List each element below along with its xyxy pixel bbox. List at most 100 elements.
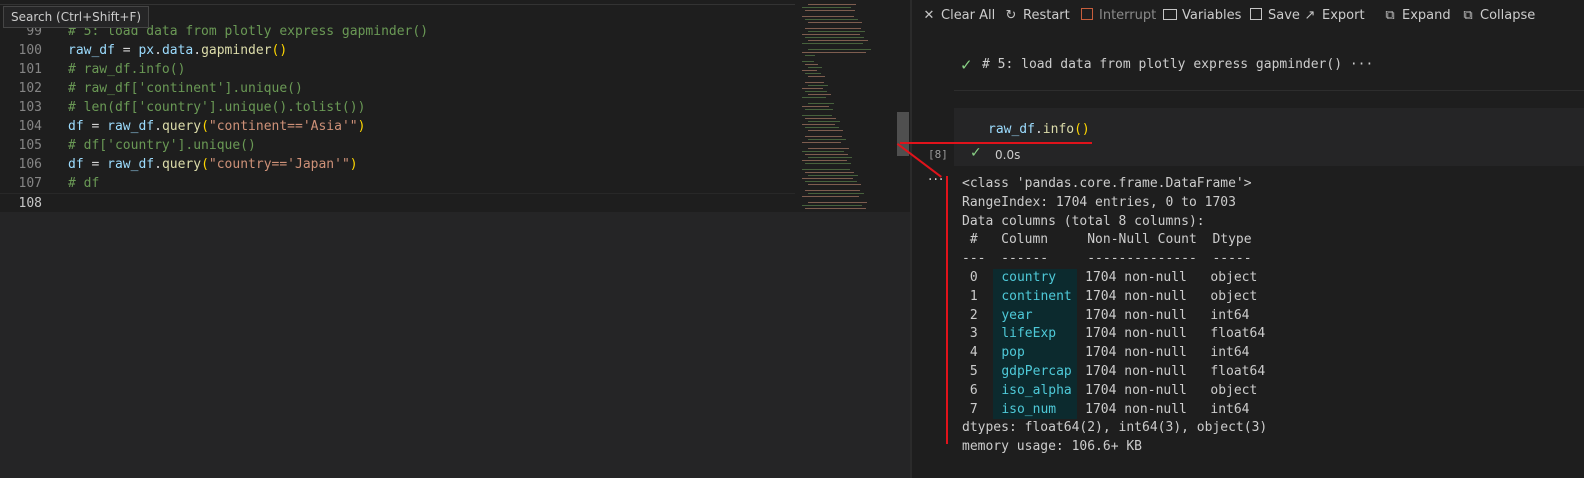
code-line[interactable]: 102 # raw_df['continent'].unique() [0, 79, 795, 98]
column-name-text: gdpPercap [1001, 363, 1072, 379]
minimap-line [802, 115, 832, 116]
line-source[interactable]: # raw_df.info() [68, 60, 185, 79]
editor-scrollbar[interactable] [897, 0, 909, 212]
code-editor[interactable]: Search (Ctrl+Shift+F) 99 # 5: load data f… [0, 0, 912, 478]
code-token-dot: . [1034, 122, 1043, 137]
minimap-line [808, 103, 834, 104]
export-icon: ↗ [1304, 8, 1316, 23]
minimap-line [802, 142, 841, 143]
interrupt-button[interactable]: Interrupt [1080, 7, 1156, 25]
minimap-line [808, 67, 822, 68]
dtype: float64 [1210, 326, 1266, 342]
line-source[interactable]: df = raw_df.query("continent=='Asia'") [68, 117, 365, 136]
code-token: raw_df [107, 119, 155, 134]
minimap-line [802, 106, 829, 107]
code-line[interactable]: 100 raw_df = px.data.gapminder() [0, 41, 795, 60]
save-button[interactable]: Save [1249, 7, 1300, 25]
code-token: query [161, 157, 202, 172]
dtype: int64 [1210, 307, 1250, 323]
code-cell-source[interactable]: raw_df.info() [988, 122, 1090, 137]
row-index: 6 [962, 382, 994, 398]
non-null-count: 1704 non-null [1077, 363, 1211, 379]
export-button[interactable]: ↗ Export [1303, 7, 1365, 25]
column-name: country [993, 268, 1078, 288]
expand-all-icon: ⧉ [1385, 8, 1395, 23]
output-line: --- ------ -------------- ----- [962, 251, 1268, 267]
minimap-line [808, 202, 867, 203]
minimap-line [808, 139, 846, 140]
dtype: object [1210, 288, 1258, 304]
code-token: data [161, 43, 194, 58]
minimap-line [808, 49, 871, 50]
minimap-line [805, 55, 815, 56]
minimap-line [808, 193, 864, 194]
code-token: # raw_df['continent'].unique() [68, 81, 303, 96]
code-lines[interactable]: 99 # 5: load data from plotly express gap… [0, 22, 795, 214]
interactive-toolbar: ✕ Clear All ↻ Restart Interrupt Variables … [912, 0, 1584, 30]
minimap-line [805, 91, 827, 92]
output-line: memory usage: 106.6+ KB [962, 439, 1143, 455]
minimap-line [808, 4, 856, 5]
code-line[interactable]: 108 [0, 193, 795, 214]
minimap-line [802, 43, 863, 44]
code-line[interactable]: 101 # raw_df.info() [0, 60, 795, 79]
code-token: . [154, 43, 162, 58]
minimap-line [805, 172, 854, 173]
code-line[interactable]: 103 # len(df['country'].unique().tolist()… [0, 98, 795, 117]
save-icon [1249, 7, 1263, 25]
code-line[interactable]: 105 # df['country'].unique() [0, 136, 795, 155]
variables-button[interactable]: Variables [1163, 7, 1241, 25]
column-name-text: continent [1001, 288, 1072, 304]
minimap-line [805, 37, 864, 38]
code-token: ) [357, 119, 366, 134]
code-token: ) [349, 157, 358, 172]
minimap[interactable] [795, 0, 898, 212]
minimap-line [808, 130, 843, 131]
search-tooltip: Search (Ctrl+Shift+F) [3, 6, 150, 28]
minimap-line [808, 148, 849, 149]
column-name: lifeExp [993, 325, 1078, 345]
minimap-line [805, 118, 836, 119]
code-token: query [161, 119, 202, 134]
non-null-count: 1704 non-null [1077, 401, 1211, 417]
minimap-line [805, 64, 818, 65]
output-row: 3 lifeExp 1704 non-null float64 [962, 325, 1267, 345]
restart-label: Restart [1023, 8, 1070, 23]
line-source[interactable]: raw_df = px.data.gapminder() [68, 41, 287, 60]
expand-label: Expand [1402, 8, 1451, 23]
line-source[interactable]: # len(df['country'].unique().tolist()) [68, 98, 365, 117]
code-token-variable: raw_df [988, 122, 1035, 137]
output-row: 4 pop 1704 non-null int64 [962, 344, 1267, 363]
minimap-line [805, 127, 839, 128]
line-source[interactable]: # df [68, 174, 99, 193]
minimap-line [808, 175, 858, 176]
output-row: 7 iso_num 1704 non-null int64 [962, 400, 1267, 420]
restart-button[interactable]: ↻ Restart [1004, 7, 1070, 25]
clear-all-label: Clear All [941, 8, 996, 23]
annotation-underline [900, 142, 1092, 144]
minimap-line [802, 178, 853, 179]
code-line[interactable]: 107 # df [0, 174, 795, 193]
collapse-button[interactable]: ⧉ Collapse [1461, 7, 1535, 25]
line-source[interactable]: df = raw_df.query("country=='Japan'") [68, 155, 358, 174]
save-label: Save [1268, 8, 1300, 23]
column-name-text: year [1001, 307, 1033, 323]
code-line[interactable]: 104 df = raw_df.query("continent=='Asia'"… [0, 117, 795, 136]
line-source[interactable]: # df['country'].unique() [68, 136, 256, 155]
output-row: 5 gdpPercap 1704 non-null float64 [962, 362, 1267, 382]
clear-all-button[interactable]: ✕ Clear All [922, 7, 996, 25]
export-label: Export [1322, 8, 1365, 23]
minimap-line [805, 208, 866, 209]
output-row: 6 iso_alpha 1704 non-null object [962, 381, 1267, 401]
output-row: 1 continent 1704 non-null object [962, 287, 1267, 307]
line-source[interactable]: # raw_df['continent'].unique() [68, 79, 303, 98]
code-cell[interactable]: raw_df.info() [954, 108, 1584, 166]
non-null-count: 1704 non-null [1077, 382, 1211, 398]
collapsed-cell[interactable]: ✓ # 5: load data from plotly express gap… [954, 48, 1584, 91]
output-row: 2 year 1704 non-null int64 [962, 306, 1267, 326]
output-line: RangeIndex: 1704 entries, 0 to 1703 [962, 194, 1236, 210]
expand-button[interactable]: ⧉ Expand [1383, 7, 1451, 25]
ellipsis-icon[interactable]: ··· [1350, 57, 1373, 72]
minimap-line [802, 34, 860, 35]
code-line[interactable]: 106 df = raw_df.query("country=='Japan'") [0, 155, 795, 174]
